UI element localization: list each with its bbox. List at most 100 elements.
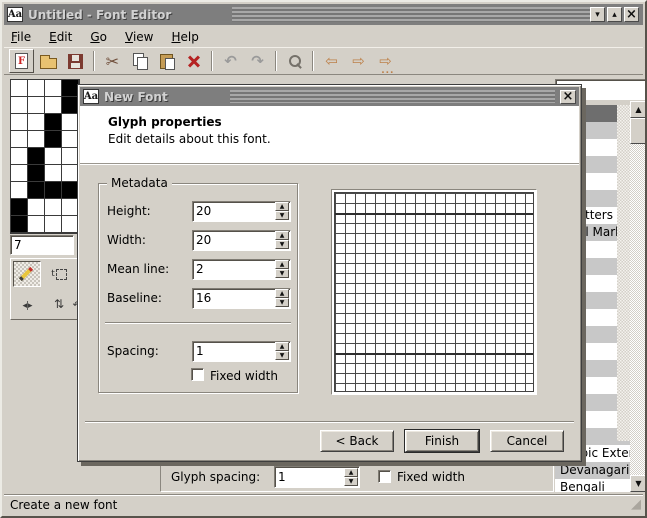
glyph-cell[interactable]: [11, 80, 28, 97]
maximize-icon[interactable]: [607, 7, 622, 22]
dialog-close-icon[interactable]: [560, 90, 576, 104]
glyph-cell[interactable]: [11, 165, 28, 182]
spin-up-icon[interactable]: [275, 202, 289, 211]
titlebar-stripes: [232, 7, 591, 22]
glyph-cell[interactable]: [28, 131, 45, 148]
close-icon[interactable]: [624, 7, 639, 22]
glyph-cell[interactable]: [11, 199, 28, 216]
minimize-icon[interactable]: [590, 7, 605, 22]
finish-button[interactable]: Finish: [405, 430, 479, 452]
menu-go[interactable]: Go: [83, 28, 114, 46]
fixed-width-label: Fixed width: [397, 470, 465, 484]
forward-button[interactable]: [346, 49, 371, 73]
cancel-button[interactable]: Cancel: [490, 430, 564, 452]
glyph-cell[interactable]: [45, 114, 62, 131]
glyph-cell[interactable]: [11, 216, 28, 233]
scrollbar-thumb[interactable]: [630, 118, 647, 144]
new-button[interactable]: [9, 49, 34, 73]
glyph-cell[interactable]: [45, 131, 62, 148]
pencil-tool-button[interactable]: [13, 261, 41, 287]
spin-up-icon[interactable]: [344, 468, 358, 477]
menu-edit[interactable]: Edit: [42, 28, 79, 46]
copy-button[interactable]: [127, 49, 152, 73]
cut-button[interactable]: [100, 49, 125, 73]
dialog-titlebar-stripes: [230, 90, 555, 103]
menu-file[interactable]: File: [4, 28, 38, 46]
baseline-spinbox: [192, 287, 291, 308]
toolbar-separator: [211, 51, 213, 71]
glyph-preview-frame: [331, 189, 537, 395]
glyph-cell[interactable]: [45, 199, 62, 216]
spin-down-icon[interactable]: [275, 269, 289, 278]
open-button[interactable]: [36, 49, 61, 73]
glyph-grid[interactable]: [10, 79, 80, 234]
window-titlebar[interactable]: Aa Untitled - Font Editor: [4, 4, 643, 25]
glyph-cell[interactable]: [28, 148, 45, 165]
dialog-titlebar[interactable]: Aa New Font: [80, 87, 579, 106]
glyph-cell[interactable]: [45, 182, 62, 199]
paste-button[interactable]: [154, 49, 179, 73]
width-label: Width:: [107, 233, 146, 247]
glyph-cell[interactable]: [45, 80, 62, 97]
spin-down-icon[interactable]: [344, 477, 358, 486]
list-item[interactable]: Bengali: [555, 479, 630, 492]
glyph-cell[interactable]: [28, 165, 45, 182]
fixed-width-checkbox[interactable]: [378, 470, 391, 483]
back-wizard-button[interactable]: < Back: [320, 430, 394, 452]
scroll-up-icon[interactable]: [630, 101, 647, 118]
select-tool-button[interactable]: [45, 261, 73, 287]
redo-button[interactable]: [245, 49, 270, 73]
glyph-cell[interactable]: [28, 216, 45, 233]
glyph-cell[interactable]: [11, 114, 28, 131]
goto-arrow-icon: [379, 52, 392, 70]
spin-up-icon[interactable]: [275, 231, 289, 240]
undo-button[interactable]: [218, 49, 243, 73]
back-button[interactable]: [319, 49, 344, 73]
list-item[interactable]: Devanagari: [555, 462, 630, 479]
baseline-label: Baseline:: [107, 291, 162, 305]
redo-icon: [251, 52, 264, 70]
glyph-cell[interactable]: [28, 182, 45, 199]
resize-grip-icon[interactable]: [631, 497, 641, 512]
scroll-down-icon[interactable]: [630, 475, 647, 492]
glyph-cell[interactable]: [28, 199, 45, 216]
flip-horizontal-button[interactable]: [13, 291, 41, 317]
list-hatch-area: [617, 105, 630, 441]
new-font-dialog: Aa New Font Glyph properties Edit detail…: [77, 84, 582, 462]
spin-down-icon[interactable]: [275, 351, 289, 360]
glyph-cell[interactable]: [28, 114, 45, 131]
menu-help[interactable]: Help: [164, 28, 205, 46]
glyph-spacing-spinbox: [274, 466, 360, 488]
glyph-cell[interactable]: [28, 80, 45, 97]
spin-down-icon[interactable]: [275, 240, 289, 249]
menu-bar: File Edit Go View Help: [4, 27, 643, 46]
spin-up-icon[interactable]: [275, 342, 289, 351]
glyph-cell[interactable]: [28, 97, 45, 114]
zoom-button[interactable]: [282, 49, 307, 73]
glyph-cell[interactable]: [11, 131, 28, 148]
glyph-cell[interactable]: [45, 165, 62, 182]
preview-baseline: [335, 353, 533, 355]
menu-view[interactable]: View: [118, 28, 160, 46]
dialog-fixed-width-checkbox[interactable]: [191, 368, 204, 381]
spin-down-icon[interactable]: [275, 211, 289, 220]
back-arrow-icon: [325, 52, 338, 70]
app-icon: Aa: [7, 7, 23, 22]
glyph-cell[interactable]: [11, 182, 28, 199]
delete-button[interactable]: [181, 49, 206, 73]
goto-glyph-button[interactable]: [373, 49, 398, 73]
glyph-cell[interactable]: [45, 148, 62, 165]
glyph-cell[interactable]: [11, 97, 28, 114]
glyph-cell[interactable]: [11, 148, 28, 165]
save-button[interactable]: [63, 49, 88, 73]
mean-line-spinbox: [192, 258, 291, 279]
glyph-char-input[interactable]: [10, 235, 74, 255]
cut-icon: [106, 52, 119, 71]
spin-up-icon[interactable]: [275, 260, 289, 269]
spin-down-icon[interactable]: [275, 298, 289, 307]
glyph-cell[interactable]: [45, 216, 62, 233]
toolbar-separator: [275, 51, 277, 71]
spin-up-icon[interactable]: [275, 289, 289, 298]
glyph-cell[interactable]: [45, 97, 62, 114]
list-scrollbar[interactable]: [630, 101, 647, 492]
